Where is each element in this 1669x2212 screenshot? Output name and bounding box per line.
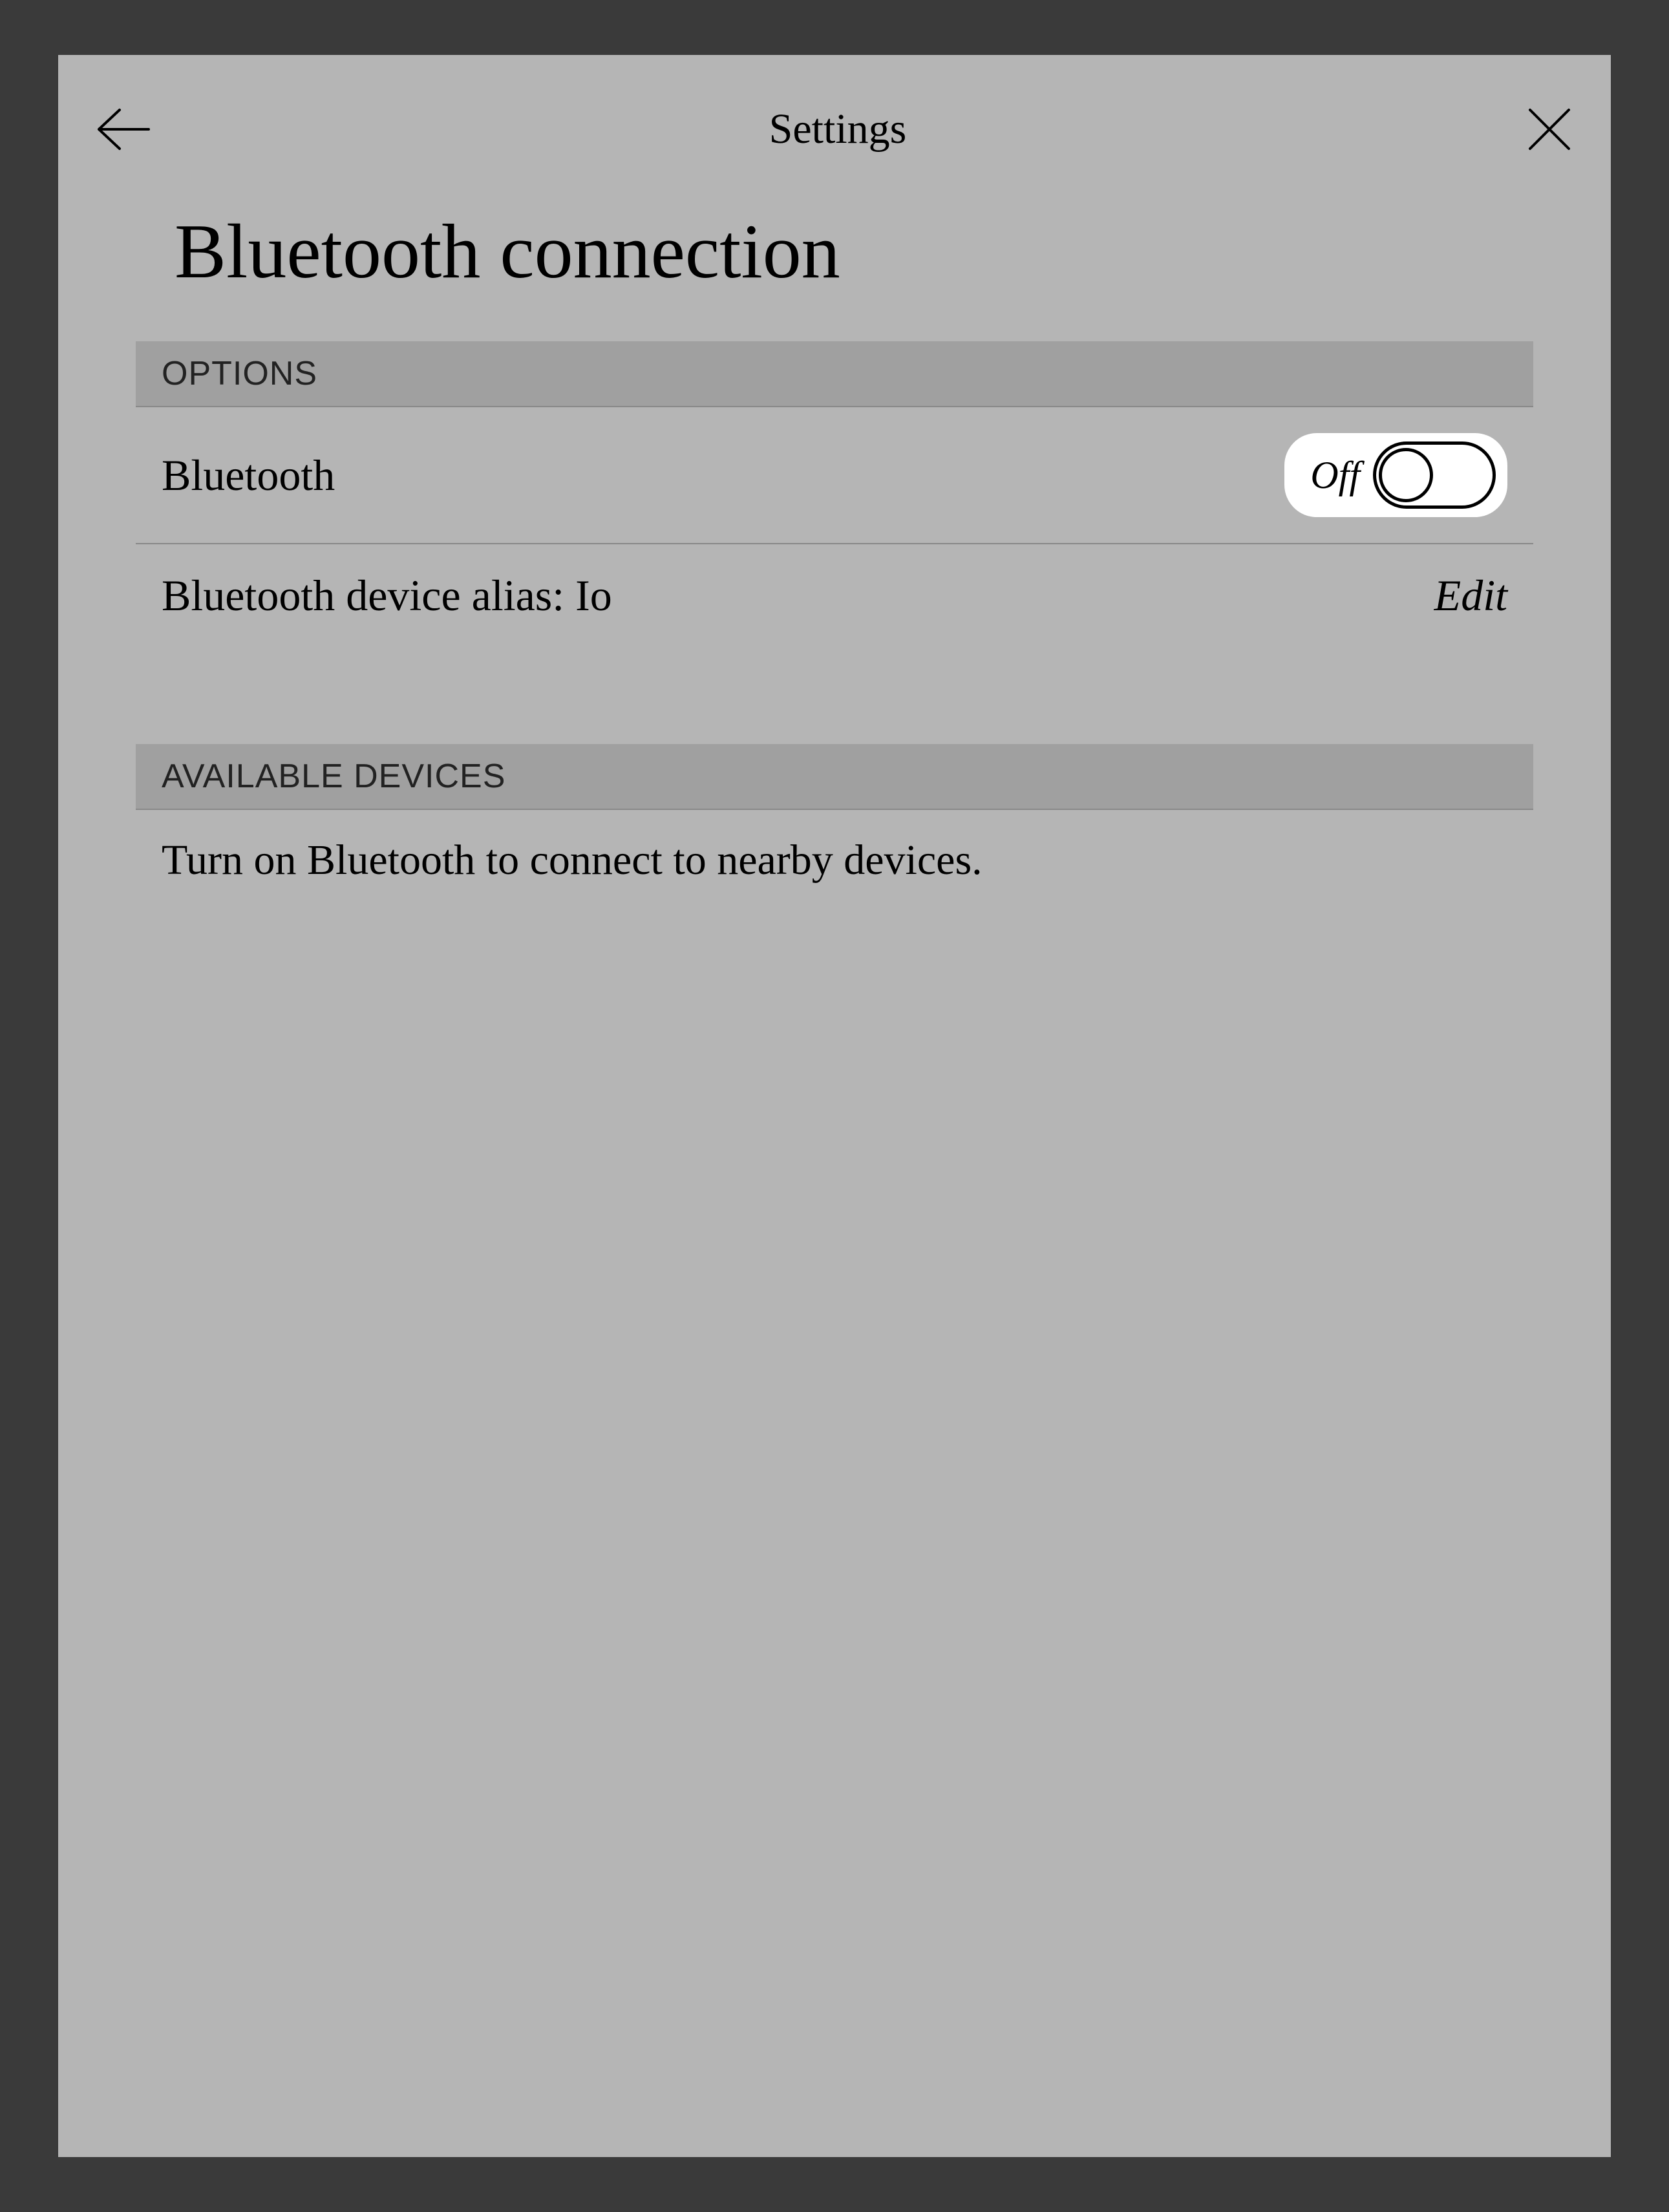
device-alias-row: Bluetooth device alias: Io Edit	[136, 544, 1533, 647]
bluetooth-label: Bluetooth	[162, 450, 335, 501]
available-devices-section-header: AVAILABLE DEVICES	[136, 744, 1533, 810]
page-title: Bluetooth connection	[136, 187, 1533, 341]
available-devices-header-text: AVAILABLE DEVICES	[162, 757, 1507, 796]
content-area: Bluetooth connection OPTIONS Bluetooth O…	[58, 187, 1611, 911]
edit-alias-button[interactable]: Edit	[1434, 570, 1507, 621]
close-icon	[1524, 103, 1575, 155]
toggle-state-text: Off	[1310, 453, 1360, 498]
bluetooth-off-info: Turn on Bluetooth to connect to nearby d…	[136, 810, 1533, 911]
options-header-text: OPTIONS	[162, 354, 1507, 393]
back-button[interactable]	[87, 103, 158, 155]
header-title: Settings	[769, 105, 907, 154]
options-section-header: OPTIONS	[136, 341, 1533, 407]
close-button[interactable]	[1517, 103, 1582, 155]
bluetooth-toggle[interactable]: Off	[1284, 433, 1507, 517]
toggle-knob-icon	[1379, 448, 1433, 502]
bluetooth-toggle-row: Bluetooth Off	[136, 407, 1533, 544]
back-arrow-icon	[94, 107, 152, 152]
settings-screen: Settings Bluetooth connection OPTIONS Bl…	[58, 55, 1611, 2157]
toggle-switch-icon	[1373, 441, 1496, 509]
header-bar: Settings	[58, 55, 1611, 187]
section-gap	[136, 647, 1533, 744]
alias-label: Bluetooth device alias: Io	[162, 570, 612, 621]
